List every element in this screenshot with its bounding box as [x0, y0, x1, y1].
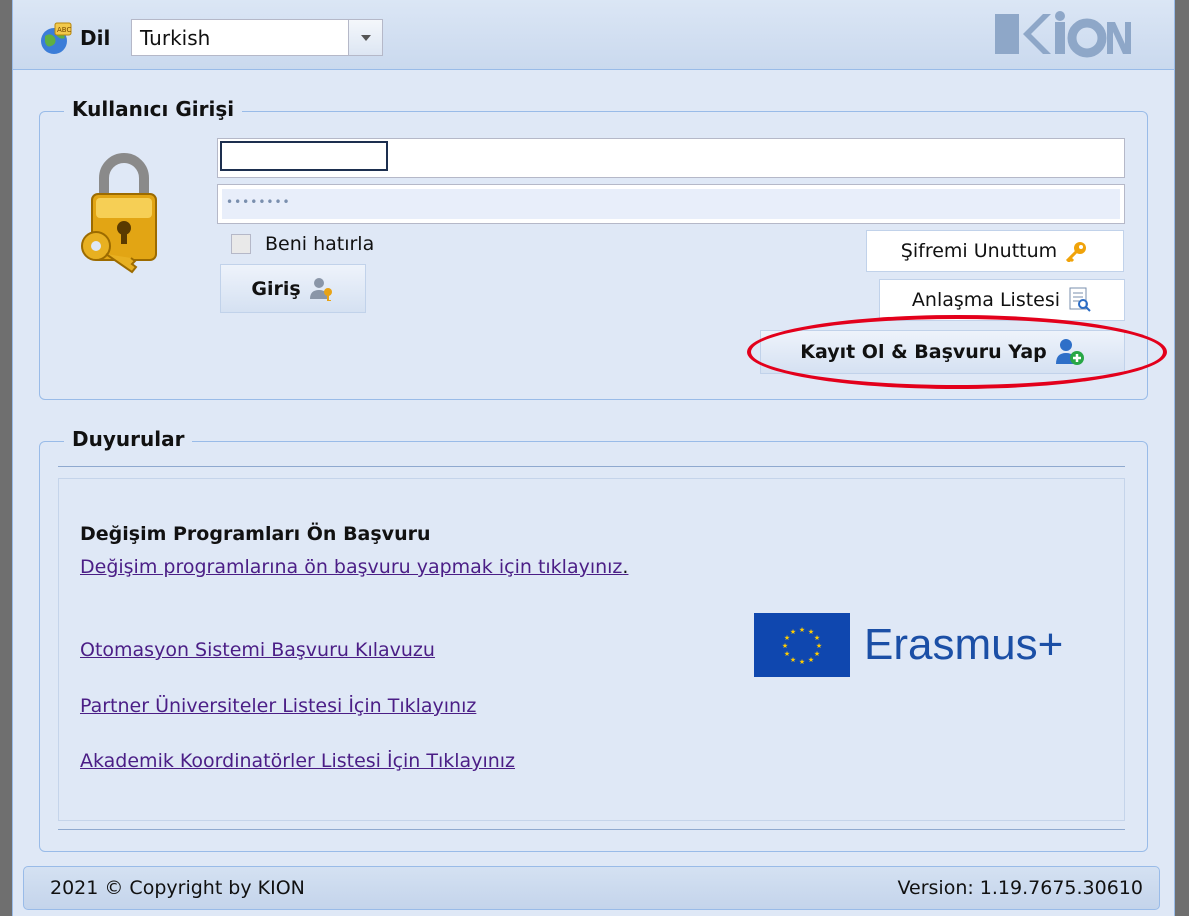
username-input[interactable]	[220, 141, 388, 171]
login-button-label: Giriş	[251, 277, 301, 300]
top-toolbar: ABC Dil Turkish	[13, 0, 1174, 70]
svg-text:★: ★	[814, 634, 820, 642]
language-select-value: Turkish	[140, 26, 211, 50]
password-input[interactable]: ••••••••	[222, 189, 1120, 219]
document-search-icon	[1069, 287, 1091, 312]
agreements-list-label: Anlaşma Listesi	[911, 289, 1061, 311]
remember-me-checkbox[interactable]	[231, 234, 251, 254]
svg-text:ABC: ABC	[57, 26, 71, 34]
user-key-icon	[309, 277, 332, 301]
forgot-password-button[interactable]: Şifremi Unuttum	[866, 230, 1124, 272]
svg-text:★: ★	[784, 650, 790, 658]
remember-me-label: Beni hatırla	[265, 233, 375, 255]
chevron-down-icon[interactable]	[348, 20, 382, 55]
red-highlight-ellipse	[747, 315, 1167, 389]
remember-me[interactable]: Beni hatırla	[231, 233, 374, 255]
announcements-title: Duyurular	[64, 427, 193, 451]
language-label: Dil	[80, 26, 111, 50]
footer-bar: 2021 © Copyright by KION Version: 1.19.7…	[23, 866, 1160, 910]
partner-universities-link[interactable]: Partner Üniversiteler Listesi İçin Tıkla…	[80, 695, 476, 717]
link-suffix: .	[622, 556, 629, 578]
version-text: Version: 1.19.7675.30610	[897, 877, 1144, 899]
key-icon	[1066, 242, 1087, 262]
svg-text:★: ★	[816, 642, 822, 650]
login-button[interactable]: Giriş	[220, 264, 366, 313]
divider	[58, 829, 1125, 830]
announcements-content: Değişim Programları Ön Başvuru Değişim p…	[58, 478, 1125, 821]
divider	[58, 466, 1125, 467]
svg-text:★: ★	[799, 626, 805, 634]
eu-flag-icon: ★ ★ ★ ★ ★ ★ ★ ★ ★ ★ ★ ★	[754, 613, 850, 677]
forgot-password-label: Şifremi Unuttum	[900, 240, 1058, 262]
login-window: ABC Dil Turkish Kullanıcı Girişi •••••••…	[12, 0, 1175, 916]
kion-logo	[995, 11, 1131, 58]
pre-application-link-wrapper: Değişim programlarına ön başvuru yapmak …	[80, 554, 650, 580]
language-globe-icon: ABC	[41, 22, 72, 54]
announcement-heading: Değişim Programları Ön Başvuru	[80, 523, 431, 545]
language-select[interactable]: Turkish	[131, 19, 383, 56]
username-field[interactable]	[217, 138, 1125, 178]
svg-text:★: ★	[808, 656, 814, 664]
erasmus-logo: ★ ★ ★ ★ ★ ★ ★ ★ ★ ★ ★ ★ Erasmus+	[754, 613, 1063, 677]
academic-coordinators-link[interactable]: Akademik Koordinatörler Listesi İçin Tık…	[80, 750, 515, 772]
password-field[interactable]: ••••••••	[217, 184, 1125, 224]
lock-key-icon	[81, 153, 157, 274]
login-panel-title: Kullanıcı Girişi	[64, 97, 243, 121]
svg-text:★: ★	[790, 628, 796, 636]
announcements-panel: Duyurular Değişim Programları Ön Başvuru…	[39, 427, 1148, 852]
svg-text:★: ★	[799, 658, 805, 666]
svg-text:★: ★	[782, 642, 788, 650]
copyright-text: 2021 © Copyright by KION	[50, 877, 305, 899]
svg-text:★: ★	[790, 656, 796, 664]
erasmus-text: Erasmus+	[864, 620, 1064, 669]
svg-text:★: ★	[814, 650, 820, 658]
pre-application-link[interactable]: Değişim programlarına ön başvuru yapmak …	[80, 556, 622, 578]
application-guide-link[interactable]: Otomasyon Sistemi Başvuru Kılavuzu	[80, 639, 435, 661]
login-panel: Kullanıcı Girişi •••••••• Beni hatırla G…	[39, 97, 1167, 400]
